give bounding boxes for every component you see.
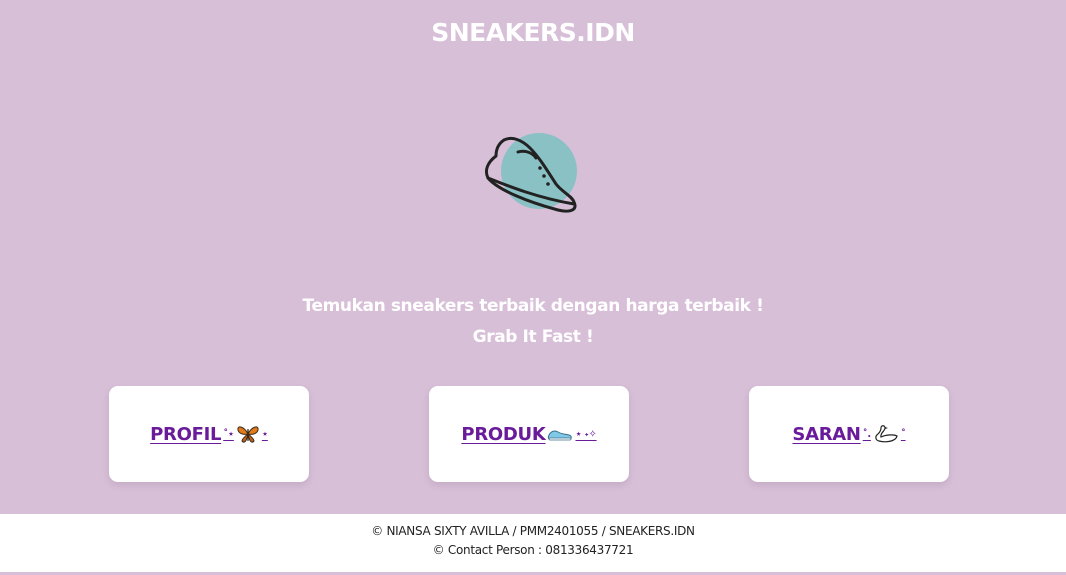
profil-label: PROFIL [150,423,222,445]
profil-deco-after: ⋆ [261,428,268,440]
saran-card[interactable]: SARAN ˚. ˚ [749,386,949,482]
produk-card[interactable]: PRODUK ⋆ ˖✧ [429,386,629,482]
saran-deco-before: ˚. [862,428,872,440]
butterfly-icon [237,426,259,443]
footer-contact: © Contact Person : 081336437721 [432,543,634,557]
saran-deco-after: ˚ [900,428,906,440]
hero-tagline: Temukan sneakers terbaik dengan harga te… [302,296,764,316]
profil-link[interactable]: PROFIL ˚⋆ ⋆ [150,424,268,445]
hero-subtagline: Grab It Fast ! [472,327,594,347]
profil-card[interactable]: PROFIL ˚⋆ ⋆ [109,386,309,482]
sneaker-icon [548,430,573,441]
swan-icon [875,425,898,443]
saran-link[interactable]: SARAN ˚. ˚ [792,424,905,445]
site-title: SNEAKERS.IDN [431,18,635,47]
produk-deco-after: ⋆ ˖✧ [575,428,597,440]
footer: © NIANSA SIXTY AVILLA / PMM2401055 / SNE… [0,514,1066,572]
profil-deco-before: ˚⋆ [223,428,234,440]
footer-credit: © NIANSA SIXTY AVILLA / PMM2401055 / SNE… [371,524,695,538]
saran-label: SARAN [792,423,861,445]
sneaker-logo-icon [484,133,577,213]
produk-link[interactable]: PRODUK ⋆ ˖✧ [461,424,596,445]
produk-label: PRODUK [461,423,546,445]
